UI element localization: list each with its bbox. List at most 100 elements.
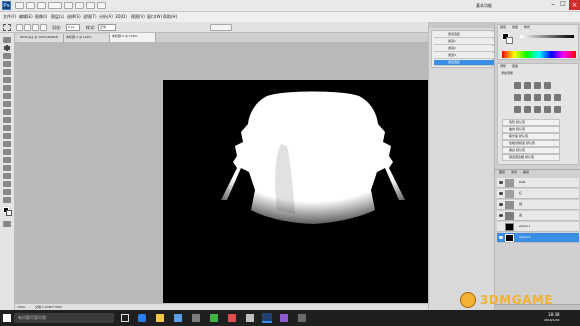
- task-view-icon[interactable]: [121, 314, 129, 322]
- color-balance-icon[interactable]: [534, 94, 541, 101]
- maximize-button[interactable]: □: [558, 0, 568, 10]
- tab-document-1[interactable]: 8030.jpg @ 100%(RGB/8): [18, 34, 64, 42]
- hand-tool-button[interactable]: [64, 2, 73, 9]
- tab-swatches[interactable]: 色板: [512, 26, 518, 29]
- eye-icon[interactable]: [499, 236, 503, 239]
- channel-item[interactable]: 通道3: [434, 53, 496, 59]
- shape-tool-icon[interactable]: [3, 173, 11, 179]
- menu-layer[interactable]: 图层(L): [51, 15, 64, 19]
- posterize-icon[interactable]: [524, 106, 531, 113]
- status-doc-size[interactable]: 文档:1.03M/7.55M: [35, 306, 62, 309]
- eraser-tool-icon[interactable]: [3, 117, 11, 123]
- clock-time[interactable]: 18:38: [548, 313, 560, 317]
- subtract-selection-button[interactable]: [32, 24, 39, 31]
- zoom-level-button[interactable]: [48, 2, 62, 9]
- minimize-button[interactable]: –: [548, 0, 558, 10]
- eye-icon[interactable]: [499, 181, 503, 184]
- tab-adjustments[interactable]: 调整: [500, 65, 506, 68]
- channel-row[interactable]: 绿: [497, 200, 579, 210]
- curves-icon[interactable]: [534, 82, 541, 89]
- view-extras-button[interactable]: [37, 2, 46, 9]
- screen-mode-button[interactable]: [97, 2, 106, 9]
- arrange-documents-button[interactable]: [86, 2, 95, 9]
- tab-document-2[interactable]: 未标题-1 @ 100%: [64, 34, 110, 42]
- levels-icon[interactable]: [524, 82, 531, 89]
- eye-icon[interactable]: [499, 192, 503, 195]
- menu-analysis[interactable]: 分析(A): [99, 15, 113, 19]
- add-selection-button[interactable]: [24, 24, 31, 31]
- minibridge-button[interactable]: [26, 2, 35, 9]
- file-explorer-icon[interactable]: [156, 314, 164, 322]
- app-icon[interactable]: [298, 314, 306, 322]
- threshold-icon[interactable]: [534, 106, 541, 113]
- marquee-preset-icon[interactable]: [3, 24, 11, 31]
- hand-tool-icon[interactable]: [3, 189, 11, 195]
- app-icon[interactable]: [280, 314, 288, 322]
- brush-tool-icon[interactable]: [3, 93, 11, 99]
- menu-3d[interactable]: 3D(D): [115, 15, 127, 19]
- clock-date[interactable]: 2016/1/26: [544, 319, 559, 322]
- channel-item[interactable]: 通道选区: [434, 32, 496, 38]
- close-button[interactable]: ×: [569, 0, 580, 10]
- channel-row-selected[interactable]: Alpha 2: [497, 233, 579, 243]
- color-ramp[interactable]: [502, 51, 576, 58]
- adjustment-preset[interactable]: 曝光度 默认值: [502, 133, 560, 140]
- new-selection-button[interactable]: [16, 24, 23, 31]
- tab-channels[interactable]: 通道: [511, 171, 517, 174]
- exposure-icon[interactable]: [544, 82, 551, 89]
- marquee-tool-icon[interactable]: [3, 45, 11, 51]
- history-brush-tool-icon[interactable]: [3, 109, 11, 115]
- menu-view[interactable]: 视图(V): [131, 15, 145, 19]
- feather-input[interactable]: 0 px: [66, 24, 80, 31]
- background-color-swatch[interactable]: [6, 210, 12, 216]
- channel-item[interactable]: 通道1: [434, 39, 496, 45]
- document-canvas[interactable]: [163, 80, 471, 310]
- gradient-tool-icon[interactable]: [3, 125, 11, 131]
- 3d-rotate-tool-icon[interactable]: [3, 181, 11, 187]
- intersect-selection-button[interactable]: [40, 24, 47, 31]
- zoom-tool-button[interactable]: [75, 2, 84, 9]
- bg-color-chip[interactable]: [506, 37, 513, 44]
- app-icon[interactable]: [210, 314, 218, 322]
- zoom-tool-icon[interactable]: [3, 197, 11, 203]
- channel-row[interactable]: Alpha 1: [497, 222, 579, 232]
- adjustment-preset[interactable]: 色阶 默认值: [502, 119, 560, 126]
- type-tool-icon[interactable]: [3, 157, 11, 163]
- menu-filter[interactable]: 滤镜(T): [83, 15, 97, 19]
- style-select[interactable]: 正常: [98, 24, 116, 31]
- eye-icon[interactable]: [499, 214, 503, 217]
- pen-tool-icon[interactable]: [3, 149, 11, 155]
- edge-icon[interactable]: [138, 314, 146, 322]
- search-box[interactable]: 有问题尽管问我: [14, 313, 114, 323]
- store-icon[interactable]: [174, 314, 182, 322]
- healing-brush-tool-icon[interactable]: [3, 85, 11, 91]
- menu-image[interactable]: 图像(I): [35, 15, 47, 19]
- brightness-contrast-icon[interactable]: [514, 82, 521, 89]
- gradient-map-icon[interactable]: [544, 106, 551, 113]
- adjustment-preset[interactable]: 黑白 默认值: [502, 147, 560, 154]
- refine-edge-button[interactable]: [210, 24, 232, 31]
- app-icon[interactable]: [228, 314, 236, 322]
- tab-paths[interactable]: 路径: [523, 171, 529, 174]
- channel-row[interactable]: 红: [497, 189, 579, 199]
- hue-saturation-icon[interactable]: [524, 94, 531, 101]
- channel-item[interactable]: 通道2: [434, 46, 496, 52]
- dodge-tool-icon[interactable]: [3, 141, 11, 147]
- quick-mask-icon[interactable]: [3, 221, 11, 227]
- menu-window[interactable]: 窗口(W): [147, 15, 162, 19]
- tab-document-3[interactable]: 未标题-2 @ 100%: [110, 33, 156, 42]
- tab-color[interactable]: 颜色: [500, 26, 506, 29]
- eyedropper-tool-icon[interactable]: [3, 77, 11, 83]
- adjustment-preset[interactable]: 色相/饱和度 默认值: [502, 140, 560, 147]
- clone-stamp-tool-icon[interactable]: [3, 101, 11, 107]
- selective-color-icon[interactable]: [554, 106, 561, 113]
- blur-tool-icon[interactable]: [3, 133, 11, 139]
- move-tool-icon[interactable]: [3, 37, 11, 43]
- status-zoom[interactable]: 100%: [17, 306, 26, 309]
- channel-item-selected[interactable]: 通道选区: [434, 60, 496, 66]
- media-icon[interactable]: [192, 314, 200, 322]
- tab-layers[interactable]: 图层: [499, 171, 505, 174]
- quick-select-tool-icon[interactable]: [3, 61, 11, 67]
- black-white-icon[interactable]: [544, 94, 551, 101]
- workspace-switcher[interactable]: 基本功能: [476, 4, 492, 8]
